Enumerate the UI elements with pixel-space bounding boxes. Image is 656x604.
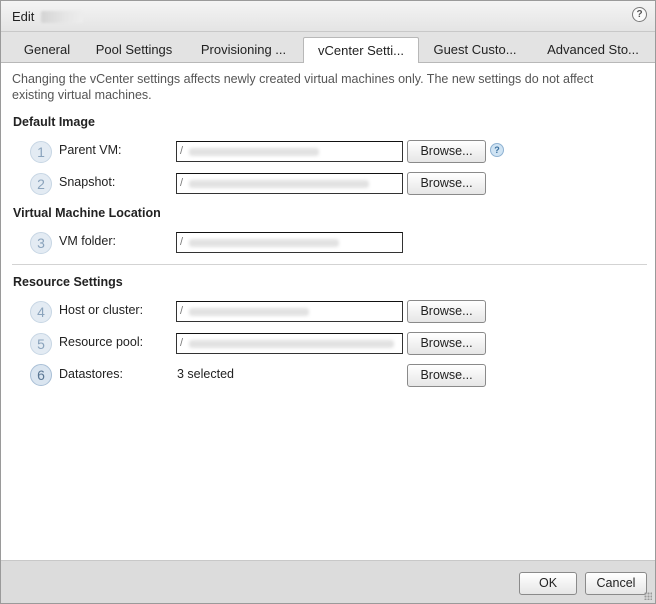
section-vm-location: Virtual Machine Location: [13, 206, 161, 220]
ok-button[interactable]: OK: [519, 572, 577, 595]
tab-pool-settings[interactable]: Pool Settings: [88, 37, 180, 63]
datastores-browse-button[interactable]: Browse...: [407, 364, 486, 387]
parent-vm-value: /: [180, 145, 184, 157]
redacted-path: [189, 148, 319, 156]
resource-pool-browse-button[interactable]: Browse...: [407, 332, 486, 355]
tab-bar: General Pool Settings Provisioning ... v…: [1, 32, 655, 64]
host-cluster-label: Host or cluster:: [59, 303, 144, 317]
resource-pool-field[interactable]: /: [176, 333, 403, 354]
vm-folder-value: /: [180, 236, 184, 248]
redacted-path: [189, 340, 394, 348]
parent-vm-browse-button[interactable]: Browse...: [407, 140, 486, 163]
cancel-button[interactable]: Cancel: [585, 572, 647, 595]
section-resource-settings: Resource Settings: [13, 275, 123, 289]
resize-grip-icon[interactable]: [644, 592, 652, 600]
host-cluster-value: /: [180, 305, 184, 317]
vm-folder-field[interactable]: /: [176, 232, 403, 253]
host-cluster-browse-button[interactable]: Browse...: [407, 300, 486, 323]
step-4-icon: 4: [30, 301, 52, 323]
resource-pool-label: Resource pool:: [59, 335, 144, 349]
host-cluster-field[interactable]: /: [176, 301, 403, 322]
redacted-path: [189, 239, 339, 247]
settings-notice: Changing the vCenter settings affects ne…: [12, 72, 594, 102]
dialog-footer: OK Cancel: [1, 560, 655, 603]
tab-general[interactable]: General: [12, 37, 82, 63]
redacted-path: [189, 180, 369, 188]
parent-vm-field[interactable]: /: [176, 141, 403, 162]
snapshot-field[interactable]: /: [176, 173, 403, 194]
step-2-icon: 2: [30, 173, 52, 195]
step-6-icon: 6: [30, 364, 52, 386]
tab-content: Changing the vCenter settings affects ne…: [1, 63, 655, 560]
title-bar: Edit ?: [1, 1, 655, 32]
dialog-title: Edit: [12, 9, 35, 24]
step-1-icon: 1: [30, 141, 52, 163]
redacted-pool-name: [41, 11, 83, 23]
help-icon[interactable]: ?: [490, 143, 504, 157]
resource-pool-value: /: [180, 337, 184, 349]
help-icon[interactable]: ?: [632, 7, 647, 22]
tab-advanced-storage[interactable]: Advanced Sto...: [537, 37, 649, 63]
section-divider: [12, 264, 647, 265]
parent-vm-label: Parent VM:: [59, 143, 122, 157]
step-5-icon: 5: [30, 333, 52, 355]
vm-folder-label: VM folder:: [59, 234, 116, 248]
datastores-value: 3 selected: [177, 367, 234, 381]
tab-provisioning[interactable]: Provisioning ...: [191, 37, 296, 63]
snapshot-value: /: [180, 177, 184, 189]
step-3-icon: 3: [30, 232, 52, 254]
edit-dialog: Edit ? General Pool Settings Provisionin…: [0, 0, 656, 604]
datastores-label: Datastores:: [59, 367, 123, 381]
snapshot-label: Snapshot:: [59, 175, 116, 189]
snapshot-browse-button[interactable]: Browse...: [407, 172, 486, 195]
tab-vcenter-settings[interactable]: vCenter Setti...: [303, 37, 419, 64]
redacted-path: [189, 308, 309, 316]
tab-guest-customization[interactable]: Guest Custo...: [425, 37, 525, 63]
section-default-image: Default Image: [13, 115, 95, 129]
